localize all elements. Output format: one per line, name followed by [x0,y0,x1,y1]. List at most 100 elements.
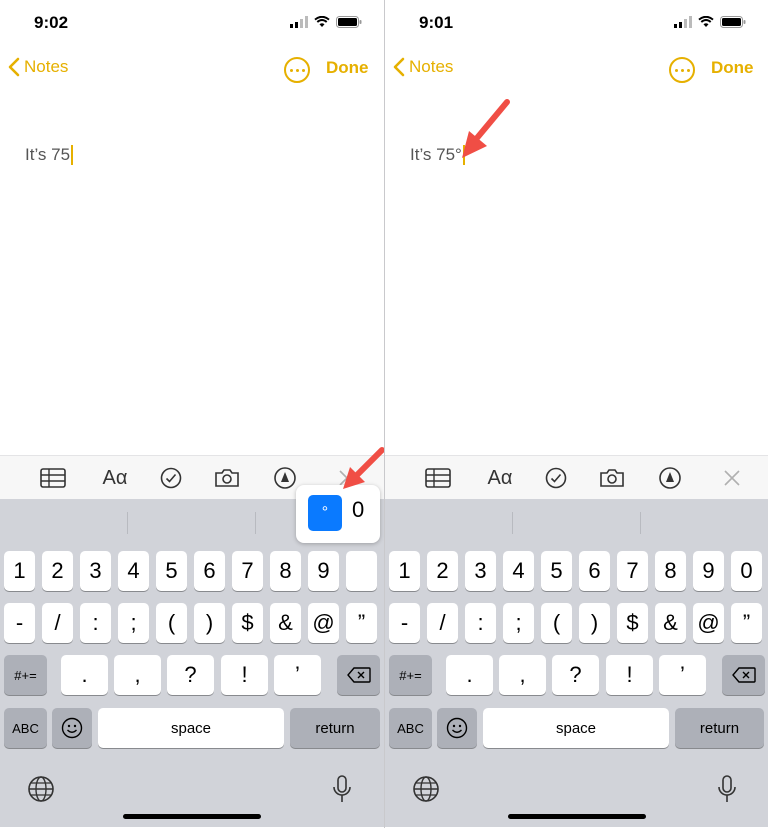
key-ampersand[interactable]: & [270,603,301,643]
key-open-paren[interactable]: ( [156,603,187,643]
wifi-icon [698,16,714,27]
back-button[interactable]: Notes [393,57,453,77]
space-key[interactable]: space [483,708,669,748]
status-icons [674,16,746,28]
key-open-paren[interactable]: ( [541,603,572,643]
home-indicator [123,814,261,819]
key-hyphen[interactable]: - [389,603,420,643]
format-icon[interactable]: Aα [485,466,515,490]
annotation-arrow [462,99,510,158]
note-text: It’s 75 [25,145,71,164]
key-4[interactable]: 4 [118,551,149,591]
key-7[interactable]: 7 [617,551,648,591]
wifi-icon [314,16,330,27]
key-dollar[interactable]: $ [617,603,648,643]
markup-icon[interactable] [272,466,298,490]
key-9[interactable]: 9 [308,551,339,591]
backspace-icon[interactable] [337,655,380,695]
key-exclamation[interactable]: ! [606,655,653,695]
key-hyphen[interactable]: - [4,603,35,643]
key-question[interactable]: ? [552,655,599,695]
key-colon[interactable]: : [465,603,496,643]
key-quote[interactable]: ” [731,603,762,643]
key-exclamation[interactable]: ! [221,655,268,695]
key-slash[interactable]: / [427,603,458,643]
key-0[interactable]: 0 [731,551,762,591]
key-comma[interactable]: , [499,655,546,695]
signal-icon [290,16,308,28]
checklist-icon[interactable] [158,466,184,490]
key-1[interactable]: 1 [4,551,35,591]
return-key[interactable]: return [675,708,764,748]
degree-option[interactable]: ° [308,495,342,531]
key-ampersand[interactable]: & [655,603,686,643]
abc-key[interactable]: ABC [389,708,432,748]
key-2[interactable]: 2 [427,551,458,591]
more-icon[interactable] [669,57,695,83]
key-8[interactable]: 8 [270,551,301,591]
microphone-icon[interactable] [718,775,736,803]
symbols-key[interactable]: #+= [389,655,432,695]
key-3[interactable]: 3 [80,551,111,591]
suggestion-divider [255,512,256,534]
annotation-arrow [343,447,384,489]
space-key[interactable]: space [98,708,284,748]
suggestion-divider [640,512,641,534]
key-apostrophe[interactable]: ’ [274,655,321,695]
markup-icon[interactable] [657,466,683,490]
key-close-paren[interactable]: ) [579,603,610,643]
key-at[interactable]: @ [308,603,339,643]
globe-icon[interactable] [412,775,440,803]
key-period[interactable]: . [61,655,108,695]
emoji-icon[interactable] [437,708,477,748]
key-0-pressed[interactable] [346,551,377,591]
key-3[interactable]: 3 [465,551,496,591]
table-icon[interactable] [40,466,66,490]
key-slash[interactable]: / [42,603,73,643]
key-7[interactable]: 7 [232,551,263,591]
close-icon[interactable] [719,466,745,490]
camera-icon[interactable] [599,466,625,490]
key-quote[interactable]: ” [346,603,377,643]
status-time: 9:02 [34,13,69,32]
status-icons [290,16,362,28]
key-dollar[interactable]: $ [232,603,263,643]
backspace-icon[interactable] [722,655,765,695]
key-1[interactable]: 1 [389,551,420,591]
key-semicolon[interactable]: ; [503,603,534,643]
globe-icon[interactable] [27,775,55,803]
key-8[interactable]: 8 [655,551,686,591]
key-at[interactable]: @ [693,603,724,643]
signal-icon [674,16,692,28]
key-colon[interactable]: : [80,603,111,643]
zero-option[interactable]: 0 [352,497,364,523]
table-icon[interactable] [425,466,451,490]
done-button[interactable]: Done [711,58,754,78]
key-9[interactable]: 9 [693,551,724,591]
key-period[interactable]: . [446,655,493,695]
key-comma[interactable]: , [114,655,161,695]
checklist-icon[interactable] [543,466,569,490]
key-close-paren[interactable]: ) [194,603,225,643]
back-button[interactable]: Notes [8,57,68,77]
format-icon[interactable]: Aα [100,466,130,490]
key-6[interactable]: 6 [194,551,225,591]
done-button[interactable]: Done [326,58,369,78]
return-key[interactable]: return [290,708,380,748]
emoji-icon[interactable] [52,708,92,748]
key-6[interactable]: 6 [579,551,610,591]
key-5[interactable]: 5 [541,551,572,591]
key-semicolon[interactable]: ; [118,603,149,643]
home-indicator [508,814,646,819]
key-2[interactable]: 2 [42,551,73,591]
note-body[interactable]: It’s 75 [25,145,74,165]
camera-icon[interactable] [214,466,240,490]
more-icon[interactable] [284,57,310,83]
microphone-icon[interactable] [333,775,351,803]
abc-key[interactable]: ABC [4,708,47,748]
key-question[interactable]: ? [167,655,214,695]
key-apostrophe[interactable]: ’ [659,655,706,695]
symbols-key[interactable]: #+= [4,655,47,695]
key-5[interactable]: 5 [156,551,187,591]
key-4[interactable]: 4 [503,551,534,591]
